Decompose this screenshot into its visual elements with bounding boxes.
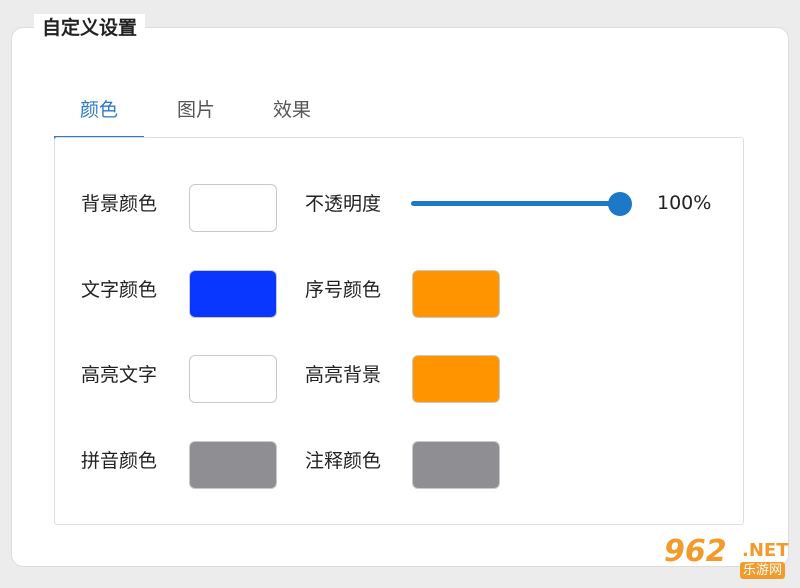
watermark-logo-number: 962 [664, 534, 727, 569]
opacity-slider-handle[interactable] [608, 192, 632, 216]
watermark-site-name: 乐游网 [740, 562, 786, 579]
panel-title: 自定义设置 [34, 14, 146, 42]
opacity-value: 100% [657, 192, 712, 214]
pinyin-color-label: 拼音颜色 [81, 450, 158, 472]
annotation-color-label: 注释颜色 [305, 450, 382, 472]
highlight-text-swatch[interactable] [189, 355, 277, 403]
pinyin-color-swatch[interactable] [189, 441, 277, 489]
tab-bar: 颜色 图片 效果 [54, 92, 744, 139]
opacity-slider-track[interactable] [411, 201, 623, 206]
tab-color[interactable]: 颜色 [54, 92, 144, 139]
highlight-background-swatch[interactable] [412, 355, 500, 403]
annotation-color-swatch[interactable] [412, 441, 500, 489]
text-color-label: 文字颜色 [81, 279, 158, 301]
site-watermark-logo: 962 .NET 乐游网 [664, 534, 794, 582]
background-color-label: 背景颜色 [81, 193, 158, 215]
highlight-text-label: 高亮文字 [81, 364, 158, 386]
background-color-swatch[interactable] [189, 184, 277, 232]
tab-image[interactable]: 图片 [156, 92, 236, 136]
watermark-logo-suffix: .NET [742, 540, 789, 561]
index-color-label: 序号颜色 [305, 279, 382, 301]
text-color-swatch[interactable] [189, 270, 277, 318]
color-settings-content: 背景颜色 不透明度 100% 文字颜色 序号颜色 高亮文字 高亮背景 拼音颜色 … [54, 137, 744, 525]
tab-effect[interactable]: 效果 [252, 92, 332, 136]
opacity-label: 不透明度 [305, 193, 382, 215]
highlight-background-label: 高亮背景 [305, 364, 382, 386]
index-color-swatch[interactable] [412, 270, 500, 318]
